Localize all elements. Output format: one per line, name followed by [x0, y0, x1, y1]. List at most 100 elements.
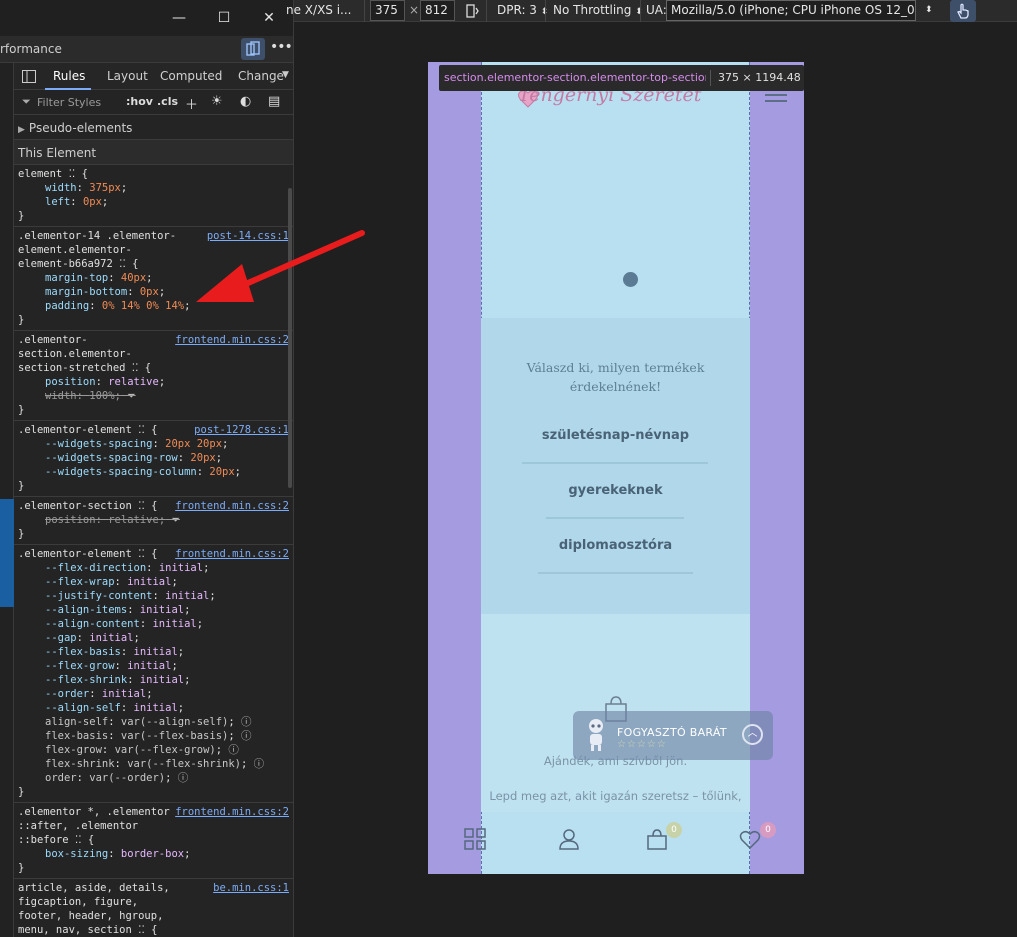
toggle-device-toolbar-button[interactable] — [241, 38, 265, 60]
css-declaration[interactable]: --order: initial; — [18, 687, 293, 701]
touch-simulation-button[interactable] — [950, 0, 976, 22]
property-value[interactable]: 0px — [140, 286, 159, 298]
css-declaration[interactable]: order: var(--order); ⓘ — [18, 771, 293, 785]
property-name[interactable]: --flex-wrap — [45, 576, 115, 588]
css-declaration[interactable]: align-self: var(--align-self); ⓘ — [18, 715, 293, 729]
property-name[interactable]: position — [45, 514, 96, 526]
property-value[interactable]: initial — [127, 660, 171, 672]
property-name[interactable]: --align-self — [45, 702, 121, 714]
property-name[interactable]: --flex-shrink — [45, 674, 127, 686]
property-value[interactable]: border-box — [121, 848, 184, 860]
tab-rules[interactable]: Rules — [53, 69, 85, 83]
property-value[interactable]: 20px 20px — [165, 438, 222, 450]
property-value[interactable]: var(--align-self) — [121, 716, 228, 728]
property-name[interactable]: width — [45, 390, 77, 402]
property-name[interactable]: margin-bottom — [45, 286, 127, 298]
category-link-birthday[interactable]: születésnap-névnap — [481, 428, 750, 443]
tab-layout[interactable]: Layout — [107, 69, 148, 83]
property-value[interactable]: 0% 14% 0% 14% — [102, 300, 184, 312]
css-declaration[interactable]: --flex-basis: initial; — [18, 645, 293, 659]
print-icon[interactable]: ▤ — [268, 94, 280, 109]
css-declaration[interactable]: --widgets-spacing: 20px 20px; — [18, 437, 293, 451]
css-declaration[interactable]: --flex-grow: initial; — [18, 659, 293, 673]
consumer-friendly-widget[interactable]: FOGYASZTÓ BARÁT ☆☆☆☆☆ ︿ — [573, 711, 773, 760]
css-declaration[interactable]: flex-shrink: var(--flex-shrink); ⓘ — [18, 757, 293, 771]
property-name[interactable]: align-self — [45, 716, 108, 728]
property-name[interactable]: order — [45, 772, 77, 784]
user-agent-input[interactable]: Mozilla/5.0 (iPhone; CPU iPhone OS 12_0 … — [666, 0, 916, 21]
css-declaration[interactable]: left: 0px; — [18, 195, 293, 209]
property-value[interactable]: 40px — [121, 272, 146, 284]
rule-source-link[interactable]: post-1278.css:1 — [194, 423, 289, 437]
property-name[interactable]: --widgets-spacing-row — [45, 452, 178, 464]
css-declaration[interactable]: flex-basis: var(--flex-basis); ⓘ — [18, 729, 293, 743]
property-value[interactable]: initial — [159, 562, 203, 574]
rule-source-link[interactable]: frontend.min.css:2 — [175, 547, 289, 561]
info-icon[interactable]: ⓘ — [247, 758, 265, 770]
css-declaration[interactable]: padding: 0% 14% 0% 14%; — [18, 299, 293, 313]
close-button[interactable]: ✕ — [259, 8, 279, 28]
property-name[interactable]: flex-shrink — [45, 758, 115, 770]
css-declaration[interactable]: flex-grow: var(--flex-grow); ⓘ — [18, 743, 293, 757]
property-value[interactable]: var(--order) — [89, 772, 165, 784]
property-value[interactable]: initial — [127, 576, 171, 588]
property-name[interactable]: flex-grow — [45, 744, 102, 756]
tab-performance[interactable]: rformance — [0, 42, 62, 56]
css-declaration[interactable]: --flex-direction: initial; — [18, 561, 293, 575]
info-icon[interactable]: ⓘ — [235, 730, 252, 742]
chevron-up-icon[interactable]: ︿ — [742, 724, 763, 745]
rule-source-link[interactable]: frontend.min.css:2 — [175, 333, 289, 347]
property-name[interactable]: --widgets-spacing — [45, 438, 152, 450]
styles-scrollbar[interactable] — [288, 188, 292, 488]
property-value[interactable]: var(--flex-basis) — [121, 730, 228, 742]
property-name[interactable]: --flex-grow — [45, 660, 115, 672]
property-name[interactable]: margin-top — [45, 272, 108, 284]
property-value[interactable]: 20px — [209, 466, 234, 478]
css-declaration[interactable]: position: relative; ⏷ — [18, 513, 293, 527]
css-declaration[interactable]: margin-top: 40px; — [18, 271, 293, 285]
property-value[interactable]: 20px — [190, 452, 215, 464]
light-mode-icon[interactable]: ☀ — [211, 94, 223, 109]
category-link-graduation[interactable]: diplomaosztóra — [481, 538, 750, 553]
info-icon[interactable]: ⓘ — [235, 716, 252, 728]
property-name[interactable]: position — [45, 376, 96, 388]
grid-icon[interactable] — [464, 828, 486, 850]
maximize-button[interactable]: ☐ — [214, 8, 234, 28]
property-name[interactable]: --flex-direction — [45, 562, 146, 574]
add-rule-icon[interactable]: ＋ — [185, 94, 198, 113]
tab-changes[interactable]: Change — [238, 69, 284, 83]
property-value[interactable]: initial — [134, 646, 178, 658]
hov-button[interactable]: :hov — [126, 95, 153, 108]
property-value[interactable]: var(--flex-grow) — [115, 744, 216, 756]
tab-computed[interactable]: Computed — [160, 69, 222, 83]
property-value[interactable]: initial — [134, 702, 178, 714]
css-declaration[interactable]: --gap: initial; — [18, 631, 293, 645]
property-value[interactable]: var(--flex-shrink) — [127, 758, 241, 770]
rule-source-link[interactable]: be.min.css:1 — [213, 881, 289, 895]
tabs-overflow-icon[interactable]: ▼ — [282, 70, 289, 80]
property-name[interactable]: width — [45, 182, 77, 194]
property-value[interactable]: 375px — [89, 182, 121, 194]
rule-source-link[interactable]: post-14.css:1 — [207, 229, 289, 243]
property-name[interactable]: --justify-content — [45, 590, 152, 602]
property-name[interactable]: --align-content — [45, 618, 140, 630]
category-link-kids[interactable]: gyerekeknek — [481, 483, 750, 498]
height-input[interactable]: 812 — [420, 0, 455, 21]
minimize-button[interactable]: — — [169, 8, 189, 28]
property-value[interactable]: relative — [108, 376, 159, 388]
filter-styles-input[interactable]: Filter Styles — [37, 96, 101, 109]
property-name[interactable]: flex-basis — [45, 730, 108, 742]
property-name[interactable]: --widgets-spacing-column — [45, 466, 197, 478]
property-name[interactable]: --align-items — [45, 604, 127, 616]
css-declaration[interactable]: --align-self: initial; — [18, 701, 293, 715]
property-value[interactable]: initial — [140, 674, 184, 686]
property-name[interactable]: box-sizing — [45, 848, 108, 860]
info-icon[interactable]: ⓘ — [222, 744, 239, 756]
property-value[interactable]: initial — [140, 604, 184, 616]
ua-stepper-icon[interactable]: ⬍ — [925, 5, 933, 15]
filter-icon[interactable]: ⏷ — [165, 514, 179, 526]
info-icon[interactable]: ⓘ — [171, 772, 189, 784]
filter-icon[interactable]: ⏷ — [121, 390, 135, 402]
rule-selector[interactable]: element ⁚⁚ { — [18, 167, 293, 181]
css-declaration[interactable]: --justify-content: initial; — [18, 589, 293, 603]
